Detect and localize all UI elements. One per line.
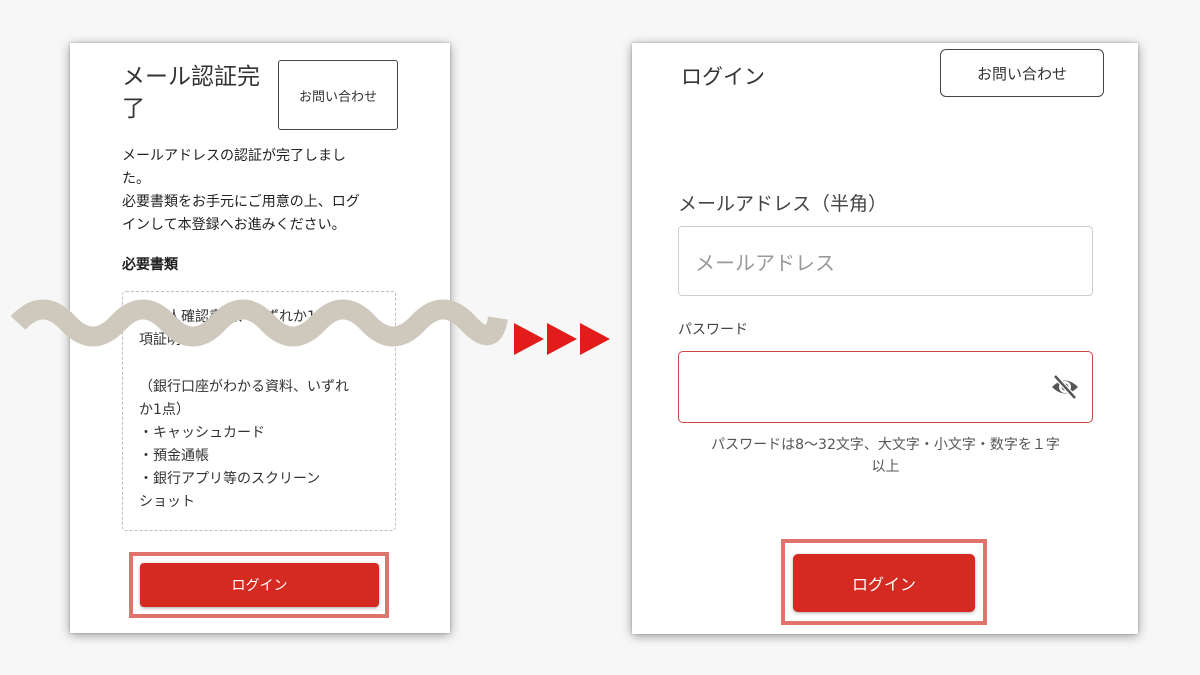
email-label: メールアドレス（半角） bbox=[678, 193, 888, 215]
verification-message: メールアドレスの認証が完了しまし た。 必要書類をお手元にご用意の上、ログ イン… bbox=[122, 148, 360, 233]
required-docs-heading: 必要書類 bbox=[122, 257, 178, 273]
page-title: ログイン bbox=[681, 65, 765, 89]
login-button[interactable]: ログイン bbox=[793, 554, 975, 612]
email-placeholder: メールアドレス bbox=[695, 250, 835, 275]
email-input[interactable]: メールアドレス bbox=[678, 226, 1093, 296]
password-hint: パスワードは8〜32文字、大文字・小文字・数字を１字 以上 bbox=[711, 437, 1060, 475]
password-input[interactable] bbox=[678, 351, 1093, 423]
arrow-2-icon bbox=[547, 323, 577, 355]
page-title: メール認証完 了 bbox=[122, 64, 260, 122]
id-docs-list: （本人確認書類、いずれか1点） 項証明書 bbox=[139, 309, 344, 348]
contact-button[interactable]: お問い合わせ bbox=[940, 49, 1104, 97]
eye-off-icon[interactable] bbox=[1050, 374, 1080, 400]
email-verified-screen: メール認証完 了 お問い合わせ メールアドレスの認証が完了しまし た。 必要書類… bbox=[70, 43, 450, 633]
next-step-arrows bbox=[514, 323, 610, 355]
required-docs-box: （本人確認書類、いずれか1点） 項証明書 （銀行口座がわかる資料、いずれ か1点… bbox=[122, 291, 396, 531]
login-screen: ログイン お問い合わせ メールアドレス（半角） メールアドレス パスワード パス… bbox=[632, 43, 1138, 634]
arrow-3-icon bbox=[580, 323, 610, 355]
bank-docs-list: （銀行口座がわかる資料、いずれ か1点） ・キャッシュカード ・預金通帳 ・銀行… bbox=[139, 379, 349, 510]
login-button[interactable]: ログイン bbox=[140, 563, 379, 607]
password-label: パスワード bbox=[678, 322, 748, 338]
arrow-1-icon bbox=[514, 323, 544, 355]
contact-button[interactable]: お問い合わせ bbox=[278, 60, 398, 130]
